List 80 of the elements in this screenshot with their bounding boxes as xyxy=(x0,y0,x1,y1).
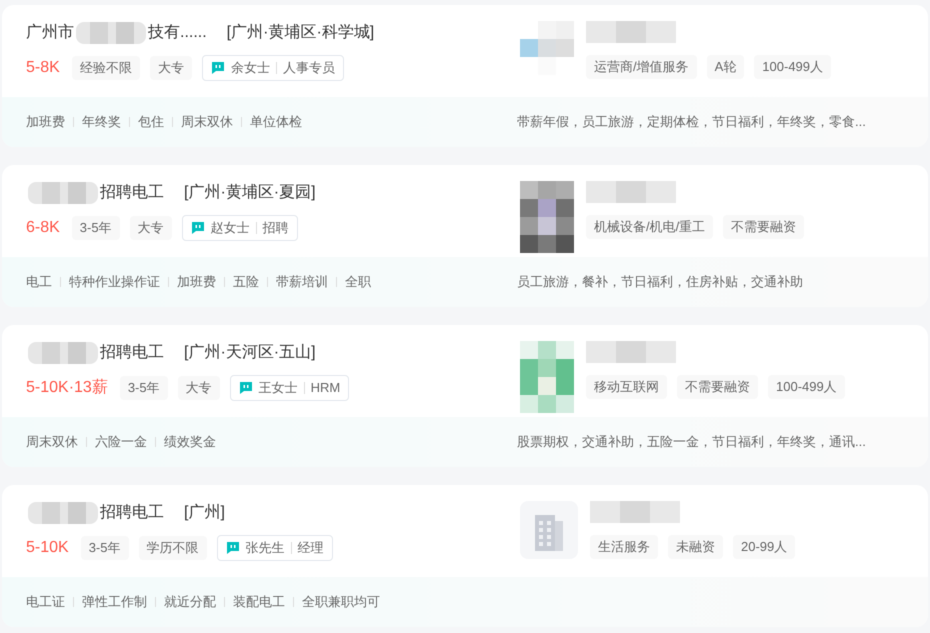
benefits-text: 股票期权，交通补助，五险一金，节日福利，年终奖，通讯... xyxy=(516,433,866,452)
company-logo xyxy=(520,341,574,413)
job-title[interactable]: 招聘电工 xyxy=(100,341,164,365)
job-title[interactable]: 招聘电工 xyxy=(100,501,164,525)
job-card[interactable]: 招聘电工 [广州·天河区·五山] 5-10K·13薪 3-5年 大专 王女士 HRM 移动互联网 不需要融资 100-499人 周末双休 六险一金 绩效奖金 股票期权，交通补助，五险一金，节日福利，年终奖，通讯... xyxy=(2,325,928,467)
redacted-block xyxy=(28,502,98,524)
recruiter-chip[interactable]: 余女士 人事专员 xyxy=(202,55,344,80)
job-location: [广州·黄埔区·夏园] xyxy=(184,182,316,203)
salary: 5-10K·13薪 xyxy=(26,378,108,398)
company-tag: 生活服务 xyxy=(590,535,658,558)
company-tag: 移动互联网 xyxy=(586,375,667,398)
company-tag: 20-99人 xyxy=(733,535,796,558)
requirement-tag: 3-5年 xyxy=(80,536,128,560)
job-title[interactable]: 广州市 xyxy=(26,21,74,45)
company-tag: 100-499人 xyxy=(768,375,845,398)
skill-tag: 加班费 xyxy=(177,272,216,292)
recruiter-name: 赵女士 xyxy=(210,219,250,237)
company-logo xyxy=(520,181,574,253)
redacted-block xyxy=(28,342,98,364)
skill-tag: 五险 xyxy=(233,272,259,292)
company-tag: 未融资 xyxy=(668,535,723,558)
company-tag: 机械设备/机电/重工 xyxy=(586,215,714,238)
skill-tag: 周末双休 xyxy=(181,112,233,132)
company-tag: 不需要融资 xyxy=(723,215,804,238)
skill-tag: 年终奖 xyxy=(82,112,121,132)
requirement-tag: 大专 xyxy=(178,376,220,400)
recruiter-role: 经理 xyxy=(298,539,324,557)
skill-tag: 全职 xyxy=(345,272,371,292)
job-card[interactable]: 广州市 技有...... [广州·黄埔区·科学城] 5-8K 经验不限 大专 余女士 人事专员 运营商/增值服务 A轮 100-499人 加班费 年终奖 包住 周末双休 单位体检 带薪年假，员工旅游，定期体检，节日福利，年终奖，零食... xyxy=(2,5,928,147)
requirement-tag: 3-5年 xyxy=(120,376,168,400)
skill-tag: 包住 xyxy=(138,112,164,132)
skill-tag: 周末双休 xyxy=(26,432,78,452)
benefits-text: 带薪年假，员工旅游，定期体检，节日福利，年终奖，零食... xyxy=(516,113,866,132)
skill-tag: 全职兼职均可 xyxy=(302,592,380,612)
company-tag: A轮 xyxy=(706,55,744,78)
salary: 5-10K xyxy=(26,538,69,558)
skill-tag: 电工证 xyxy=(26,592,65,612)
job-title[interactable]: 技有...... xyxy=(148,21,207,45)
requirement-tag: 3-5年 xyxy=(72,216,120,240)
chat-icon xyxy=(226,540,240,555)
benefits-text: 员工旅游，餐补，节日福利，住房补贴，交通补助 xyxy=(516,273,803,292)
skill-tag: 带薪培训 xyxy=(276,272,328,292)
requirement-tag: 经验不限 xyxy=(72,56,140,80)
salary: 5-8K xyxy=(26,58,60,78)
job-title[interactable]: 招聘电工 xyxy=(100,181,164,205)
chat-icon xyxy=(210,60,225,75)
skill-tag: 绩效奖金 xyxy=(164,432,216,452)
job-location: [广州·黄埔区·科学城] xyxy=(226,22,374,43)
recruiter-chip[interactable]: 赵女士 招聘 xyxy=(182,215,298,240)
skill-tag: 单位体检 xyxy=(250,112,302,132)
recruiter-role: HRM xyxy=(310,379,340,397)
job-location: [广州·天河区·五山] xyxy=(184,342,316,363)
chat-icon xyxy=(238,380,253,395)
salary: 6-8K xyxy=(26,218,60,238)
recruiter-chip[interactable]: 王女士 HRM xyxy=(230,375,350,400)
redacted-block xyxy=(28,182,98,204)
skill-tag: 电工 xyxy=(26,272,52,292)
skill-tag: 装配电工 xyxy=(233,592,285,612)
job-card[interactable]: 招聘电工 [广州·黄埔区·夏园] 6-8K 3-5年 大专 赵女士 招聘 机械设备/机电/重工 不需要融资 电工 特种作业操作证 加班费 五险 带薪培训 全职 员工旅游，餐补，节日福利，住房补贴，交通补助 xyxy=(2,165,928,307)
skill-tag: 加班费 xyxy=(26,112,65,132)
recruiter-role: 人事专员 xyxy=(282,59,335,77)
requirement-tag: 大专 xyxy=(150,56,192,80)
requirement-tag: 学历不限 xyxy=(138,536,206,560)
company-tag: 运营商/增值服务 xyxy=(586,55,697,78)
job-location: [广州] xyxy=(184,502,225,523)
recruiter-role: 招聘 xyxy=(262,219,289,237)
skill-tag: 特种作业操作证 xyxy=(69,272,160,292)
recruiter-name: 张先生 xyxy=(246,539,284,557)
recruiter-name: 余女士 xyxy=(230,59,270,77)
skill-tag: 六险一金 xyxy=(95,432,147,452)
requirement-tag: 大专 xyxy=(130,216,172,240)
skill-tag: 弹性工作制 xyxy=(82,592,147,612)
company-tag: 不需要融资 xyxy=(677,375,758,398)
recruiter-name: 王女士 xyxy=(258,379,298,397)
chat-icon xyxy=(190,220,205,235)
skill-tag: 就近分配 xyxy=(164,592,216,612)
company-tag: 100-499人 xyxy=(754,55,832,78)
recruiter-chip[interactable]: 张先生 经理 xyxy=(216,535,332,560)
job-card[interactable]: 招聘电工 [广州] 5-10K 3-5年 学历不限 张先生 经理 生活服务 未融资 20-99人 电工证 弹性工作制 就近分配 装配电工 全职兼职均可 xyxy=(2,485,928,627)
redacted-block xyxy=(76,22,146,44)
